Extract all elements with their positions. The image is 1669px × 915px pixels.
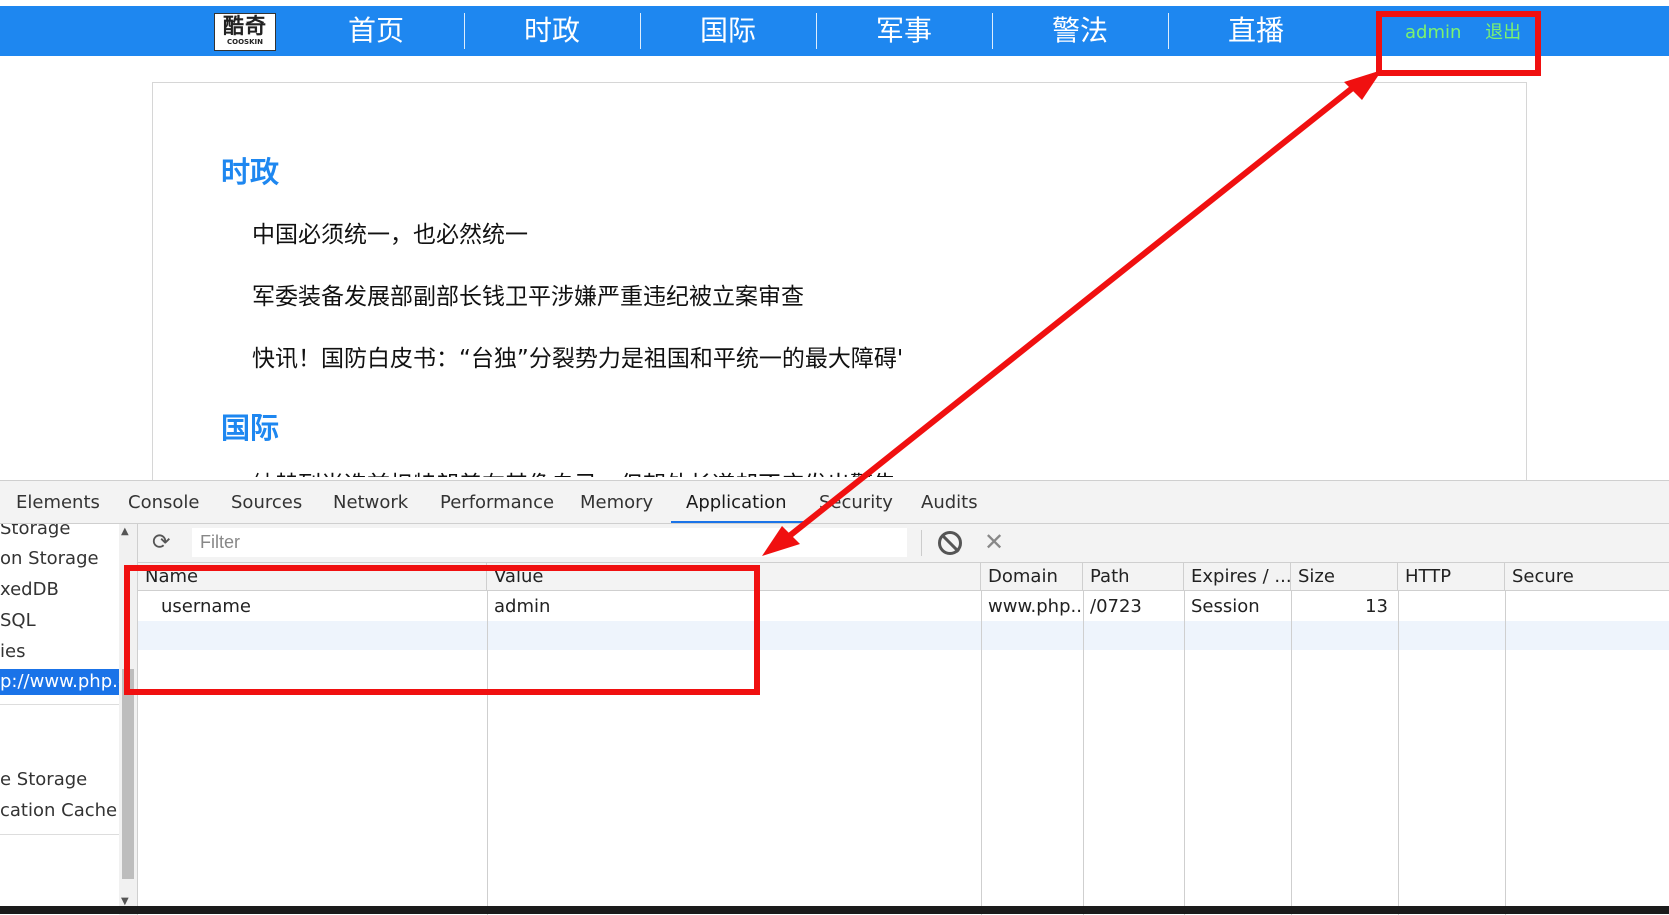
clear-all-icon[interactable]: [938, 531, 962, 555]
column-header-http[interactable]: HTTP: [1398, 563, 1505, 591]
column-divider: [1398, 591, 1399, 915]
cookies-toolbar: ⟳ ✕: [138, 524, 1669, 563]
sidebar-item-cookie-origin[interactable]: p://www.php.c: [0, 669, 128, 695]
filter-input[interactable]: [192, 528, 907, 557]
cell-http: [1398, 592, 1505, 621]
nav-item-politics[interactable]: 时政: [464, 6, 640, 56]
tab-audits[interactable]: Audits: [921, 481, 978, 523]
annotation-box-cookie: [124, 565, 760, 695]
column-header-size[interactable]: Size: [1291, 563, 1398, 591]
toolbar-separator: [921, 530, 922, 556]
tab-sources[interactable]: Sources: [231, 481, 302, 523]
tab-network[interactable]: Network: [333, 481, 408, 523]
sidebar-item-session-storage[interactable]: on Storage: [0, 546, 99, 572]
cell-path: /0723: [1090, 596, 1142, 617]
sidebar-divider: [0, 834, 119, 835]
tab-performance[interactable]: Performance: [440, 481, 554, 523]
sidebar-item-application-cache[interactable]: cation Cache: [0, 798, 117, 824]
sidebar-scroll-thumb[interactable]: [122, 669, 134, 879]
column-header-path[interactable]: Path: [1083, 563, 1184, 591]
devtools-tab-bar: Elements Console Sources Network Perform…: [0, 481, 1669, 524]
nav-item-police[interactable]: 警法: [992, 6, 1168, 56]
cell-size: 13: [1365, 596, 1388, 617]
column-header-domain[interactable]: Domain: [981, 563, 1083, 591]
annotation-box-user: [1376, 11, 1541, 76]
column-header-secure[interactable]: Secure: [1505, 563, 1669, 591]
sidebar-item-cache-storage[interactable]: e Storage: [0, 767, 87, 793]
section-title-politics: 时政: [221, 155, 280, 189]
tab-memory[interactable]: Memory: [580, 481, 653, 523]
tab-application[interactable]: Application: [686, 481, 787, 523]
active-tab-indicator: [671, 521, 806, 523]
tab-console[interactable]: Console: [128, 481, 199, 523]
tab-elements[interactable]: Elements: [16, 481, 100, 523]
sidebar-item-storage[interactable]: Storage: [0, 524, 70, 542]
section-title-international: 国际: [221, 411, 280, 445]
cell-secure: [1505, 592, 1669, 621]
cell-expires: Session: [1191, 596, 1260, 617]
scroll-up-icon[interactable]: ▲: [121, 526, 129, 537]
nav-item-military[interactable]: 军事: [816, 6, 992, 56]
nav-item-home[interactable]: 首页: [288, 6, 464, 56]
news-link[interactable]: 军委装备发展部副部长钱卫平涉嫌严重违纪被立案审查: [252, 277, 804, 311]
cell-domain: www.php...: [988, 596, 1083, 617]
nav-item-live[interactable]: 直播: [1168, 6, 1344, 56]
news-content: 时政 中国必须统一，也必然统一 军委装备发展部副部长钱卫平涉嫌严重违纪被立案审查…: [152, 82, 1527, 482]
logo-subtext: COOSKIN: [227, 38, 263, 46]
sidebar-item-web-sql[interactable]: SQL: [0, 608, 36, 634]
sidebar-divider: [0, 704, 119, 705]
news-link[interactable]: 纳赫列尚选前担特朗普在其像自己，但朝外长道却不应发出警告: [252, 465, 896, 477]
column-divider: [1291, 591, 1292, 915]
sidebar-item-indexeddb[interactable]: xedDB: [0, 577, 59, 603]
devtools-panel: Elements Console Sources Network Perform…: [0, 480, 1669, 915]
logo-text: 酷奇: [223, 14, 267, 38]
column-header-expires[interactable]: Expires / ...: [1184, 563, 1291, 591]
nav-item-international[interactable]: 国际: [640, 6, 816, 56]
application-sidebar: Storage on Storage xedDB SQL ies p://www…: [0, 524, 138, 915]
bottom-bar: [0, 906, 1669, 914]
delete-icon[interactable]: ✕: [984, 528, 1004, 556]
tab-security[interactable]: Security: [819, 481, 893, 523]
column-divider: [1505, 591, 1506, 915]
column-divider: [1184, 591, 1185, 915]
site-logo[interactable]: 酷奇 COOSKIN: [214, 13, 276, 51]
column-divider: [1083, 591, 1084, 915]
column-divider: [981, 591, 982, 915]
sidebar-item-cookies[interactable]: ies: [0, 639, 25, 665]
news-link[interactable]: 快讯！国防白皮书：“台独”分裂势力是祖国和平统一的最大障碍': [252, 339, 903, 373]
news-link[interactable]: 中国必须统一，也必然统一: [252, 215, 528, 249]
refresh-icon[interactable]: ⟳: [152, 532, 170, 554]
